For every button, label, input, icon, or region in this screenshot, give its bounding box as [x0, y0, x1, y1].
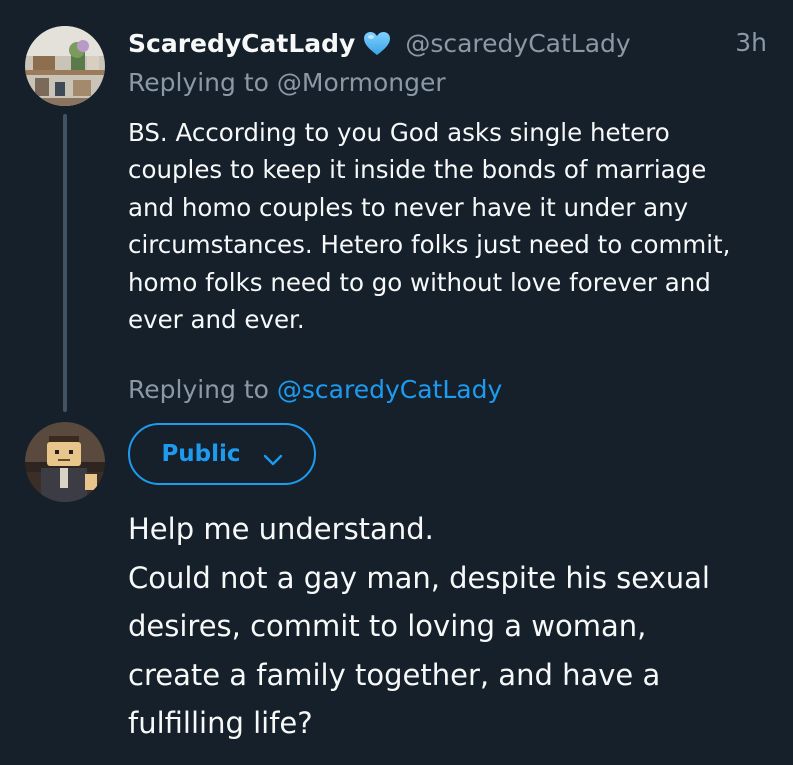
composer-replying-to-line: Replying to @scaredyCatLady — [128, 373, 502, 407]
composer-replying-to-prefix: Replying to — [128, 375, 269, 404]
chevron-down-icon — [263, 447, 283, 466]
tweet-text-line: and homo couples to never have it under … — [128, 192, 689, 222]
thread-view: ScaredyCatLady @scaredyCatLady 3h Replyi… — [0, 0, 793, 765]
tweet-text-line: BS. According to you God asks single het… — [128, 118, 670, 147]
tweet-timestamp[interactable]: 3h — [735, 26, 767, 60]
tweet-text-line: homo folks need to go without love forev… — [128, 267, 711, 297]
thread-connector-line — [63, 114, 67, 412]
tweet-text-line: couples to keep it inside the bonds of m… — [128, 155, 707, 185]
tweet-text-line: circumstances. Hetero folks just need to… — [128, 230, 731, 260]
composer-replying-to-handle[interactable]: @scaredyCatLady — [277, 375, 502, 404]
tweet-text-line: ever and ever. — [128, 305, 305, 335]
audience-label: Public — [161, 441, 241, 467]
audience-selector-button[interactable]: Public — [128, 423, 316, 485]
author-display-name[interactable]: ScaredyCatLady — [128, 27, 355, 61]
reply-text-line: create a family together, and have a — [128, 657, 661, 692]
replying-to-prefix: Replying to — [128, 68, 269, 97]
avatar-scaredycatlady[interactable] — [25, 26, 105, 106]
tweet-text: BS. According to you God asks single het… — [128, 114, 768, 338]
reply-text-line: desires, commit to loving a woman, — [128, 609, 647, 643]
reply-text-line: fulfilling life? — [128, 706, 313, 740]
reply-text-line: Help me understand. — [128, 512, 434, 546]
blue-heart-icon — [363, 31, 391, 57]
reply-text-input[interactable]: Help me understand. Could not a gay man,… — [128, 505, 768, 748]
replying-to-handle[interactable]: @Mormonger — [277, 68, 446, 97]
replying-to-line: Replying to @Mormonger — [128, 66, 446, 100]
tweet-header: ScaredyCatLady @scaredyCatLady — [128, 26, 768, 62]
reply-text-line: Could not a gay man, despite his sexual — [128, 560, 710, 595]
user-avatar[interactable] — [25, 422, 105, 502]
author-handle[interactable]: @scaredyCatLady — [405, 27, 630, 61]
